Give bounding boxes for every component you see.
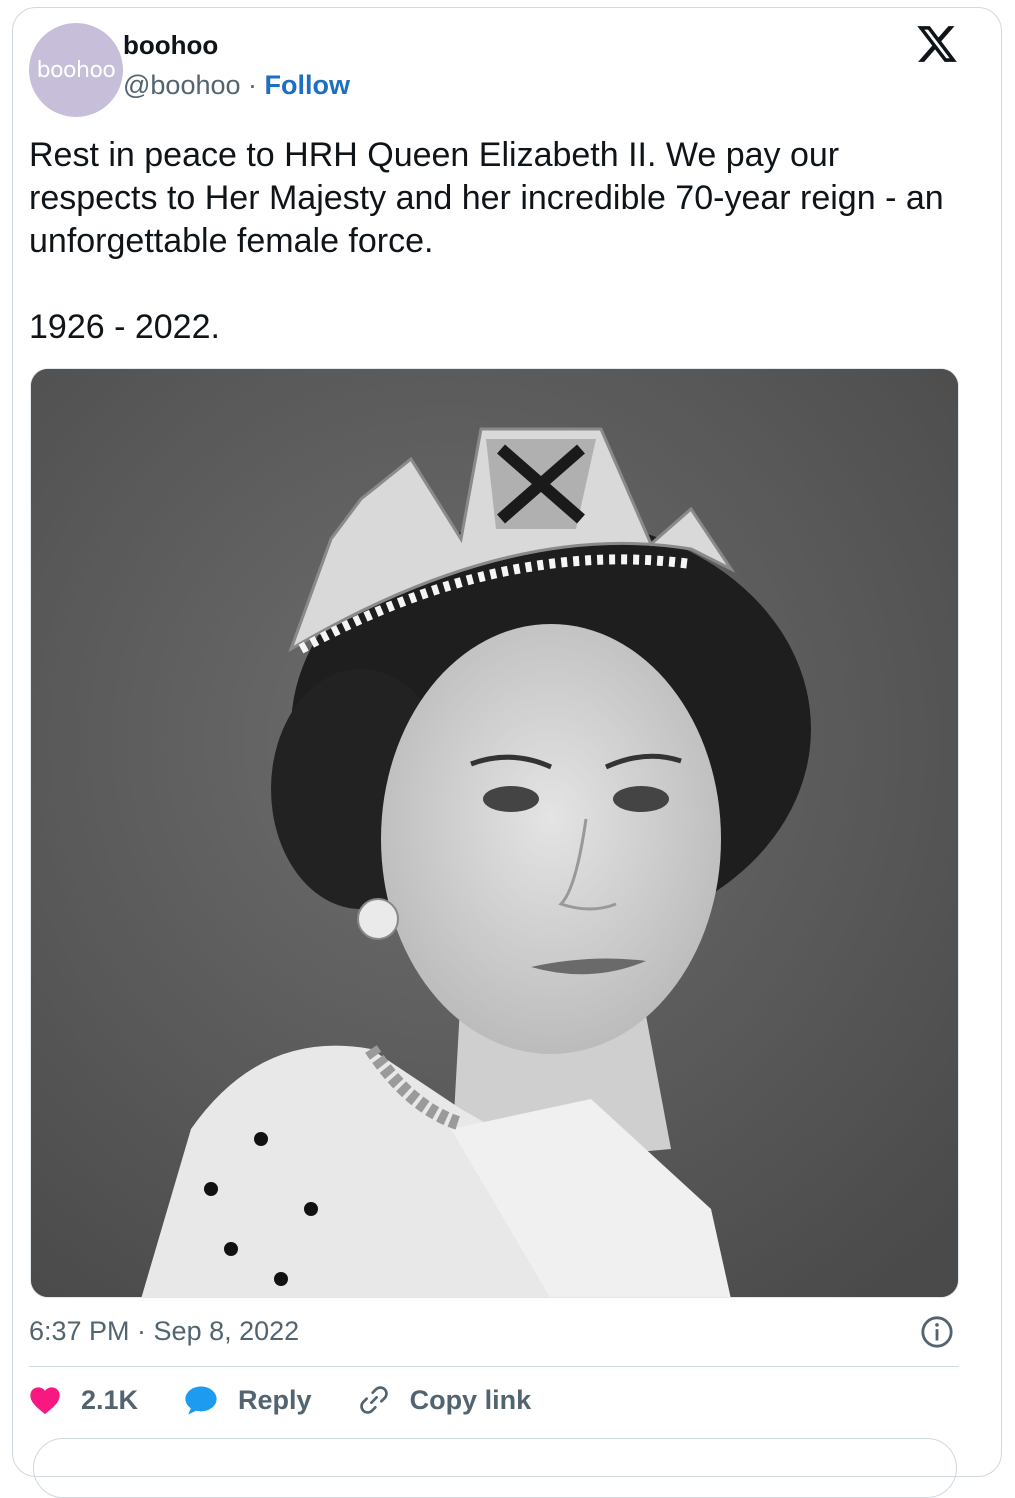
- like-button[interactable]: 2.1K: [29, 1385, 138, 1416]
- follow-button[interactable]: Follow: [265, 70, 350, 100]
- divider: [29, 1366, 959, 1367]
- x-logo-icon[interactable]: [915, 22, 959, 66]
- copy-link-button[interactable]: Copy link: [358, 1384, 532, 1416]
- reply-label: Reply: [238, 1384, 312, 1415]
- tweet-actions: 2.1K Reply Copy link: [29, 1384, 577, 1416]
- heart-icon: [30, 1387, 60, 1415]
- copy-link-label: Copy link: [409, 1384, 532, 1415]
- tweet-photo[interactable]: [30, 368, 959, 1298]
- info-icon[interactable]: [920, 1315, 954, 1349]
- author-name[interactable]: boohoo: [123, 30, 218, 61]
- tweet-timestamp[interactable]: 6:37 PM · Sep 8, 2022: [29, 1316, 299, 1347]
- speech-bubble-icon: [185, 1386, 217, 1415]
- portrait-image: [31, 369, 958, 1297]
- like-count: 2.1K: [81, 1384, 139, 1415]
- author-handle[interactable]: @boohoo: [123, 70, 241, 100]
- handle-separator: ·: [240, 70, 265, 100]
- avatar-logo-text: boohoo: [36, 57, 116, 83]
- read-replies-button[interactable]: [33, 1438, 957, 1498]
- avatar[interactable]: boohoo: [29, 23, 123, 117]
- link-icon: [359, 1386, 388, 1414]
- tweet-text: Rest in peace to HRH Queen Elizabeth II.…: [29, 136, 944, 346]
- reply-button[interactable]: Reply: [184, 1384, 312, 1416]
- author-handle-row: @boohoo · Follow: [123, 70, 350, 101]
